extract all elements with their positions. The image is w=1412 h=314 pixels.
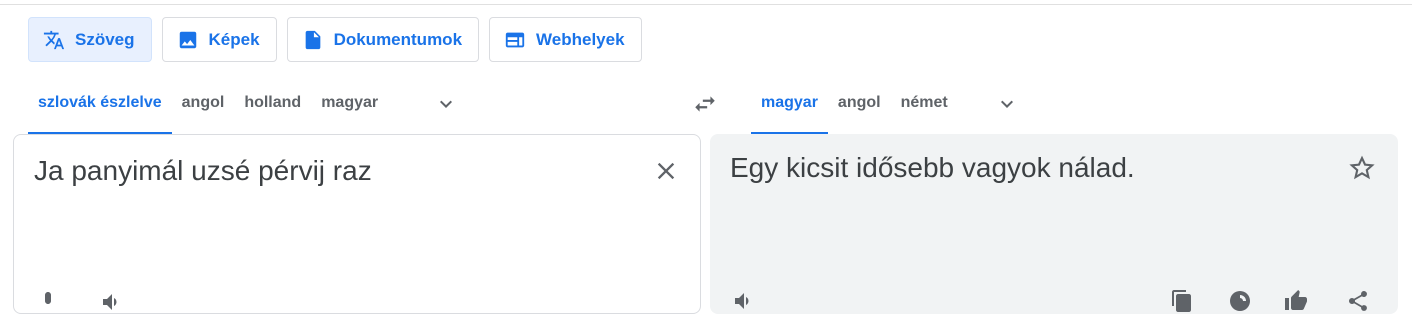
source-text-panel[interactable]: Ja panyimál uzsé pérvij raz (13, 134, 701, 314)
copy-icon[interactable] (1170, 289, 1194, 313)
top-divider (0, 4, 1412, 5)
tab-text[interactable]: Szöveg (28, 17, 152, 62)
website-icon (505, 32, 525, 47)
microphone-icon[interactable] (36, 290, 60, 314)
tab-websites-label: Webhelyek (536, 29, 625, 49)
tab-documents-label: Dokumentumok (333, 29, 463, 49)
mode-tabs: Szöveg Képek Dokumentumok Webhelyek (28, 17, 642, 62)
tab-websites[interactable]: Webhelyek (489, 17, 642, 62)
tab-images-label: Képek (208, 29, 260, 49)
tab-documents[interactable]: Dokumentumok (286, 17, 480, 62)
image-icon (179, 31, 196, 48)
save-translation-star-icon[interactable] (1348, 154, 1376, 182)
feedback-icon[interactable] (1228, 289, 1252, 313)
listen-speaker-icon[interactable] (100, 290, 124, 314)
target-lang-nemet[interactable]: német (891, 82, 958, 134)
rate-translation-icon[interactable] (1284, 289, 1308, 313)
target-lang-magyar[interactable]: magyar (751, 82, 828, 134)
translation-text: Egy kicsit idősebb vagyok nálad. (730, 152, 1135, 183)
source-lang-magyar[interactable]: magyar (311, 82, 388, 134)
target-language-bar: magyar angol német (751, 82, 958, 134)
target-lang-angol[interactable]: angol (828, 82, 891, 134)
translate-icon (43, 30, 65, 49)
source-language-bar: szlovák észlelve angol holland magyar (28, 82, 388, 134)
tab-images[interactable]: Képek (161, 17, 277, 62)
share-icon[interactable] (1346, 289, 1370, 313)
source-lang-detected[interactable]: szlovák észlelve (28, 82, 172, 134)
target-lang-more-chevron-down-icon[interactable] (995, 92, 1019, 116)
translation-output-panel: Egy kicsit idősebb vagyok nálad. (710, 134, 1398, 314)
source-lang-angol[interactable]: angol (172, 82, 235, 134)
source-lang-more-chevron-down-icon[interactable] (434, 92, 458, 116)
document-icon (305, 30, 320, 49)
listen-translation-speaker-icon[interactable] (732, 289, 756, 313)
clear-source-close-icon[interactable] (652, 157, 680, 185)
source-text-input[interactable]: Ja panyimál uzsé pérvij raz (34, 155, 372, 187)
source-lang-holland[interactable]: holland (234, 82, 311, 134)
tab-text-label: Szöveg (75, 29, 135, 49)
swap-languages-icon[interactable] (692, 91, 718, 117)
